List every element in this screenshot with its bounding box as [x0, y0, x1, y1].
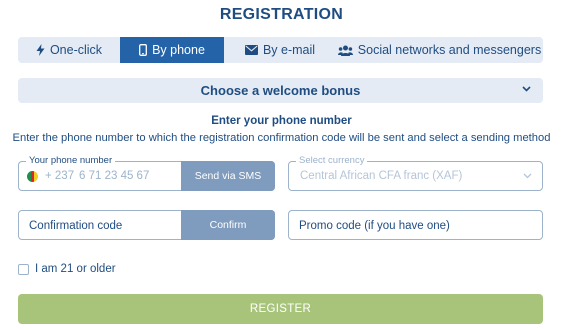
tab-label: By e-mail: [262, 43, 316, 57]
confirm-button[interactable]: Confirm: [181, 210, 275, 240]
registration-tabs: One-click By phone By e-mail Social netw…: [18, 37, 543, 63]
phone-field: Your phone number + 237 Send via SMS: [18, 155, 275, 191]
tab-by-phone[interactable]: By phone: [120, 37, 224, 63]
currency-legend: Select currency: [296, 155, 368, 167]
cameroon-flag-icon[interactable]: [27, 171, 38, 182]
tab-label: Social networks and messengers: [357, 43, 542, 57]
promo-code-input[interactable]: [299, 216, 529, 236]
bonus-label: Choose a welcome bonus: [200, 83, 361, 98]
tab-label: By phone: [152, 43, 205, 57]
currency-select[interactable]: Select currency Central African CFA fran…: [288, 155, 543, 191]
phone-input[interactable]: [79, 166, 179, 186]
currency-value: Central African CFA franc (XAF): [300, 170, 463, 182]
envelope-icon: [244, 45, 258, 55]
tab-by-email[interactable]: By e-mail: [224, 37, 336, 63]
age-label: I am 21 or older: [35, 263, 116, 275]
age-confirmation[interactable]: I am 21 or older: [18, 263, 116, 275]
promo-field: [288, 210, 543, 240]
users-icon: [337, 45, 353, 56]
lightning-icon: [36, 44, 45, 56]
confirmation-field: Confirm: [18, 210, 275, 240]
page-title: REGISTRATION: [219, 6, 344, 23]
phone-instructions: Enter the phone number to which the regi…: [12, 132, 551, 144]
confirmation-code-input[interactable]: [29, 216, 179, 236]
age-checkbox[interactable]: [18, 263, 29, 275]
chevron-down-icon: [522, 86, 531, 92]
country-code: + 237: [45, 170, 75, 182]
phone-icon: [139, 44, 148, 56]
send-sms-button[interactable]: Send via SMS: [181, 161, 275, 191]
tab-social-networks[interactable]: Social networks and messengers: [336, 37, 543, 63]
tab-label: One-click: [49, 43, 103, 57]
tab-one-click[interactable]: One-click: [18, 37, 120, 63]
welcome-bonus-dropdown[interactable]: Choose a welcome bonus: [18, 78, 543, 103]
phone-heading: Enter your phone number: [211, 115, 352, 127]
chevron-down-icon: [523, 173, 532, 179]
register-button[interactable]: REGISTER: [18, 294, 543, 324]
